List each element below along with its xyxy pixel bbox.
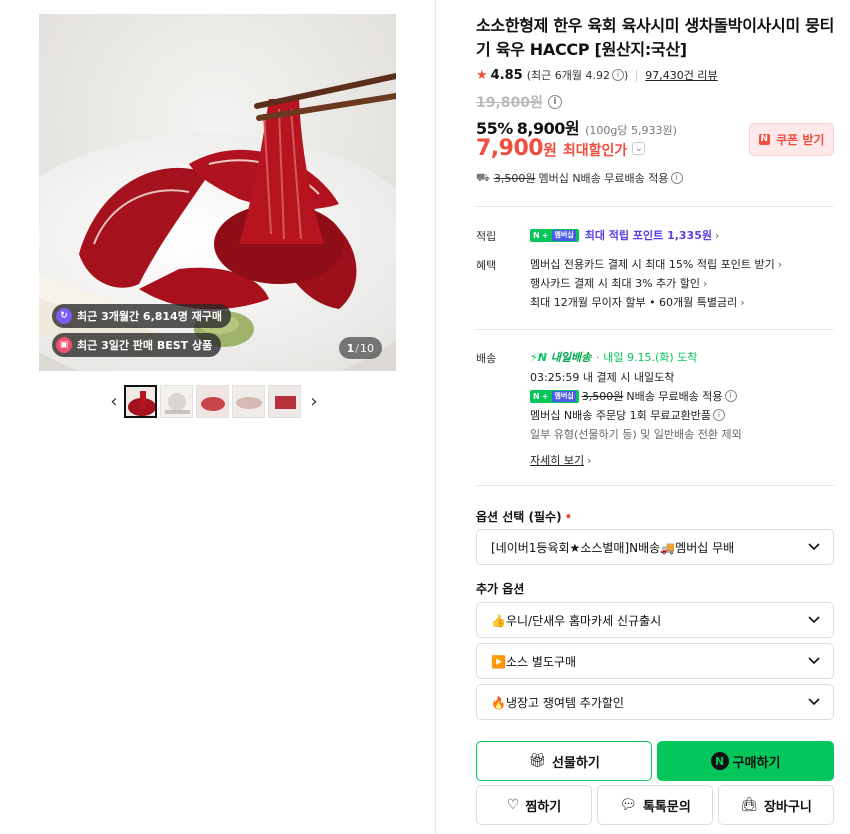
counter-current: 1 [346, 341, 355, 355]
best-seller-text: 최근 3일간 판매 BEST 상품 [77, 339, 213, 352]
reorder-text: 최근 3개월간 6,814명 재구매 [77, 310, 223, 323]
thumbnail[interactable] [124, 384, 157, 418]
heart-icon: ♡ [506, 797, 520, 813]
best-seller-badge: ▣ 최근 3일간 판매 BEST 상품 [52, 333, 222, 357]
thumbnail-image [126, 386, 155, 416]
naver-pay-logo: N [710, 752, 729, 770]
product-gallery: ↻ 최근 3개월간 6,814명 재구매 ▣ 최근 3일간 판매 BEST 상품… [0, 0, 436, 834]
chat-bubble-icon: 💬︎ [619, 797, 637, 813]
cart-button[interactable]: 👜︎ 장바구니 [718, 785, 834, 825]
thumbnail[interactable] [232, 384, 265, 418]
counter-total: 10 [360, 341, 374, 355]
buy-button[interactable]: N 구매하기 [657, 741, 834, 781]
thumbnail-image [197, 385, 228, 417]
talk-button[interactable]: 💬︎ 톡톡문의 [597, 785, 713, 825]
action-buttons: 🎁︎ 선물하기 N 구매하기 ♡ 찜하기 💬︎ 톡톡문의 👜︎ 장바구니 [476, 0, 834, 834]
gift-button[interactable]: 🎁︎ 선물하기 [476, 741, 652, 781]
gift-icon: 🎁︎ [528, 753, 546, 769]
main-product-image[interactable]: ↻ 최근 3개월간 6,814명 재구매 ▣ 최근 3일간 판매 BEST 상품… [39, 14, 396, 371]
thumbnail[interactable] [268, 384, 301, 418]
image-counter: 1 / 10 [338, 337, 382, 359]
chevron-right-icon[interactable]: › [304, 384, 324, 418]
thumbnail[interactable] [160, 384, 193, 418]
shopping-bag-icon: 👜︎ [740, 797, 758, 813]
thumbnail[interactable] [196, 384, 229, 418]
chevron-left-icon[interactable]: ‹ [104, 384, 124, 418]
thumbnail-image [269, 385, 300, 417]
thumbnail-strip: ‹ › [104, 383, 334, 419]
gift-box-icon: ▣ [56, 337, 72, 353]
thumbnail-image [161, 385, 192, 417]
reorder-badge: ↻ 최근 3개월간 6,814명 재구매 [52, 304, 232, 328]
thumbnail-image [233, 385, 264, 417]
wish-button[interactable]: ♡ 찜하기 [476, 785, 592, 825]
reorder-icon: ↻ [56, 308, 72, 324]
